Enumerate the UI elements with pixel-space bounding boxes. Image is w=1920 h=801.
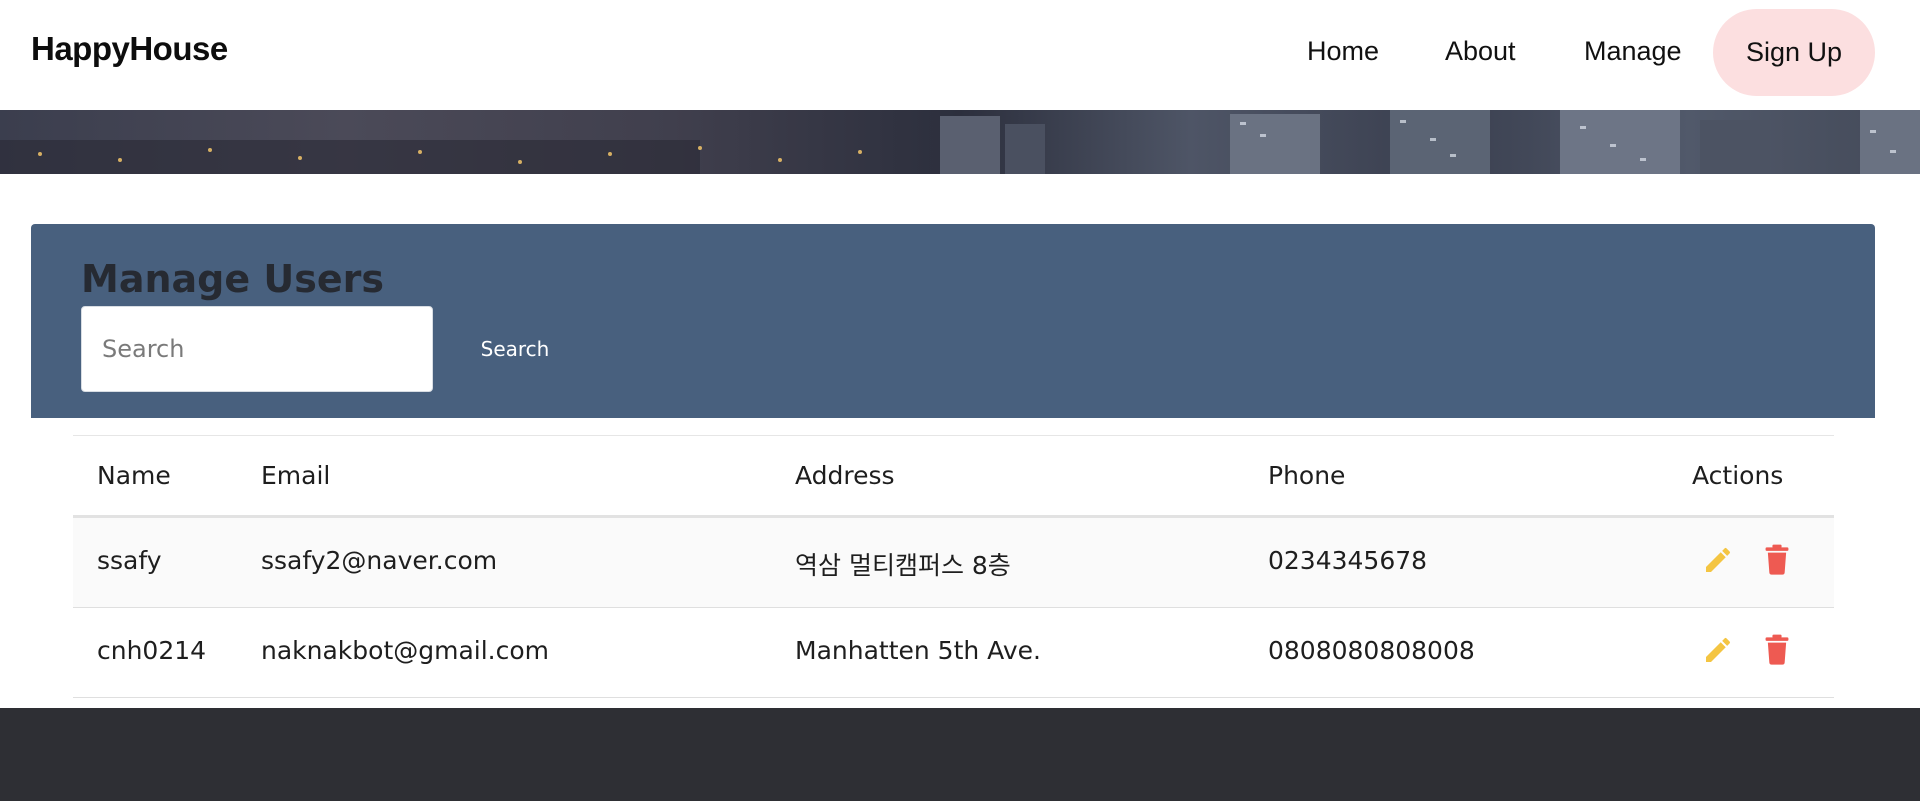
- pencil-icon: [1706, 637, 1731, 662]
- cell-name: cnh0214: [97, 636, 207, 665]
- pencil-icon: [1706, 547, 1731, 572]
- users-table: Name Email Address Phone Actions ssafy s…: [73, 435, 1834, 698]
- cell-email: naknakbot@gmail.com: [261, 636, 550, 665]
- cell-email: ssafy2@naver.com: [261, 546, 498, 575]
- edit-user-button[interactable]: [1698, 538, 1738, 582]
- column-header-name: Name: [97, 461, 171, 490]
- table-row: cnh0214 naknakbot@gmail.com Manhatten 5t…: [73, 608, 1834, 698]
- table-row: ssafy ssafy2@naver.com 역삼 멀티캠퍼스 8층 02343…: [73, 518, 1834, 608]
- edit-user-button[interactable]: [1698, 628, 1738, 672]
- trash-icon: [1765, 544, 1789, 575]
- search-input[interactable]: [81, 306, 433, 392]
- top-navbar: HappyHouse Home About Manage Sign Up: [0, 0, 1920, 110]
- city-banner-image: [0, 110, 1920, 174]
- column-header-email: Email: [261, 461, 331, 490]
- nav-link-about[interactable]: About: [1445, 36, 1516, 67]
- column-header-address: Address: [795, 461, 895, 490]
- nav-link-home[interactable]: Home: [1307, 36, 1379, 67]
- column-header-actions: Actions: [1692, 461, 1784, 490]
- cell-address: Manhatten 5th Ave.: [795, 636, 1041, 665]
- column-header-phone: Phone: [1268, 461, 1346, 490]
- cell-phone: 0234345678: [1268, 546, 1428, 575]
- delete-user-button[interactable]: [1757, 538, 1797, 582]
- cell-phone: 0808080808008: [1268, 636, 1475, 665]
- cell-name: ssafy: [97, 546, 162, 575]
- trash-icon: [1765, 634, 1789, 665]
- city-skyline-graphic: [0, 110, 1920, 174]
- cell-address: 역삼 멀티캠퍼스 8층: [795, 551, 1011, 580]
- manage-users-panel: Manage Users Search: [31, 224, 1875, 418]
- page-footer: [0, 708, 1920, 801]
- search-button[interactable]: Search: [450, 306, 580, 392]
- table-header-row: Name Email Address Phone Actions: [73, 435, 1834, 518]
- signup-button[interactable]: Sign Up: [1713, 9, 1875, 96]
- delete-user-button[interactable]: [1757, 628, 1797, 672]
- brand-logo[interactable]: HappyHouse: [31, 30, 228, 68]
- page-title: Manage Users: [81, 257, 384, 301]
- nav-link-manage[interactable]: Manage: [1584, 36, 1682, 67]
